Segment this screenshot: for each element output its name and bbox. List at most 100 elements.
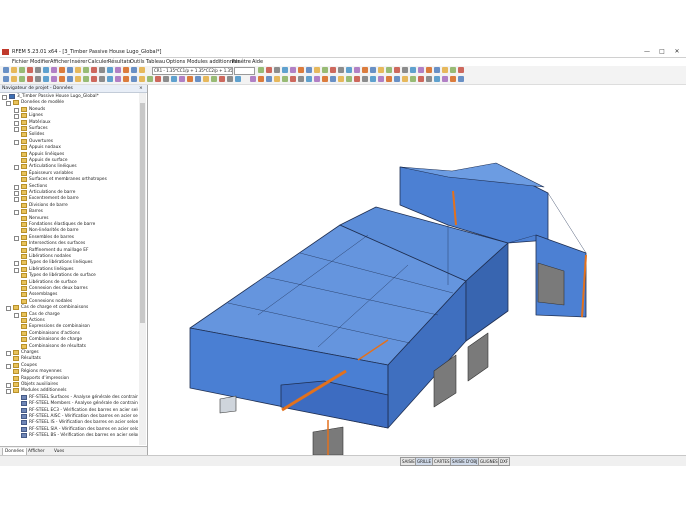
toolbar-tool-icon[interactable] — [43, 67, 49, 73]
toolbar-tool-icon[interactable] — [3, 76, 9, 82]
toolbar-tool-icon[interactable] — [434, 76, 440, 82]
toolbar-tool-icon[interactable] — [67, 76, 73, 82]
toolbar-tool-icon[interactable] — [354, 76, 360, 82]
toolbar-tool-icon[interactable] — [266, 76, 272, 82]
toolbar-tool-icon[interactable] — [27, 67, 33, 73]
toolbar-tool-icon[interactable] — [187, 76, 193, 82]
tab-afficher[interactable]: Afficher — [26, 448, 47, 455]
toolbar-tool-icon[interactable] — [402, 76, 408, 82]
toolbar-tool-icon[interactable] — [306, 76, 312, 82]
load-combination-select[interactable]: CR1 - 1.35*CC1/p + 1.35*CC2/p + 1.35* — [152, 67, 233, 75]
toolbar-tool-icon[interactable] — [115, 67, 121, 73]
toolbar-tool-icon[interactable] — [258, 76, 264, 82]
toolbar-tool-icon[interactable] — [179, 76, 185, 82]
toolbar-tool-icon[interactable] — [274, 76, 280, 82]
toolbar-tool-icon[interactable] — [171, 76, 177, 82]
toolbar-tool-icon[interactable] — [107, 76, 113, 82]
minimize-button[interactable]: — — [640, 48, 654, 56]
menu-options[interactable]: Options — [166, 59, 185, 65]
toolbar-tool-icon[interactable] — [314, 76, 320, 82]
toolbar-tool-icon[interactable] — [258, 67, 264, 73]
toolbar-tool-icon[interactable] — [91, 76, 97, 82]
toolbar-tool-icon[interactable] — [274, 67, 280, 73]
menu-afficher[interactable]: Afficher — [50, 59, 69, 65]
toolbar-tool-icon[interactable] — [235, 76, 241, 82]
toolbar-tool-icon[interactable] — [338, 76, 344, 82]
menu-aide[interactable]: Aide — [252, 59, 263, 65]
toolbar-tool-icon[interactable] — [107, 67, 113, 73]
toolbar-tool-icon[interactable] — [378, 76, 384, 82]
toolbar-tool-icon[interactable] — [155, 76, 161, 82]
toolbar-tool-icon[interactable] — [11, 76, 17, 82]
toolbar-tool-icon[interactable] — [282, 76, 288, 82]
toolbar-tool-icon[interactable] — [35, 76, 41, 82]
toolbar-tool-icon[interactable] — [99, 76, 105, 82]
toolbar-tool-icon[interactable] — [211, 76, 217, 82]
toolbar-tool-icon[interactable] — [27, 76, 33, 82]
toolbar-tool-icon[interactable] — [91, 67, 97, 73]
status-glignes-button[interactable]: GLIGNES — [478, 457, 500, 466]
toolbar-tool-icon[interactable] — [3, 67, 9, 73]
toolbar-tool-icon[interactable] — [338, 67, 344, 73]
toolbar-tool-icon[interactable] — [434, 67, 440, 73]
toolbar-tool-icon[interactable] — [306, 67, 312, 73]
toolbar-tool-icon[interactable] — [442, 67, 448, 73]
toolbar-tool-icon[interactable] — [266, 67, 272, 73]
toolbar-tool-icon[interactable] — [330, 67, 336, 73]
toolbar-tool-icon[interactable] — [67, 67, 73, 73]
toolbar-tool-icon[interactable] — [163, 76, 169, 82]
collapse-icon[interactable] — [6, 306, 11, 312]
toolbar-tool-icon[interactable] — [410, 67, 416, 73]
toolbar-tool-icon[interactable] — [19, 67, 25, 73]
toolbar-tool-icon[interactable] — [123, 67, 129, 73]
toolbar-tool-icon[interactable] — [458, 76, 464, 82]
navigator-close-button[interactable]: × — [139, 86, 143, 91]
toolbar-tool-icon[interactable] — [458, 67, 464, 73]
toolbar-tool-icon[interactable] — [426, 67, 432, 73]
menu-calculer[interactable]: Calculer — [88, 59, 108, 65]
toolbar-tool-icon[interactable] — [322, 76, 328, 82]
menu-fichier[interactable]: Fichier — [12, 59, 28, 65]
toolbar-tool-icon[interactable] — [99, 67, 105, 73]
toolbar-tool-icon[interactable] — [354, 67, 360, 73]
toolbar-tool-icon[interactable] — [386, 76, 392, 82]
toolbar-tool-icon[interactable] — [378, 67, 384, 73]
toolbar-tool-icon[interactable] — [298, 76, 304, 82]
toolbar-tool-icon[interactable] — [51, 76, 57, 82]
toolbar-tool-icon[interactable] — [370, 67, 376, 73]
toolbar-tool-icon[interactable] — [426, 76, 432, 82]
toolbar-tool-icon[interactable] — [83, 67, 89, 73]
toolbar-tool-icon[interactable] — [290, 76, 296, 82]
toolbar-tool-icon[interactable] — [322, 67, 328, 73]
toolbar-tool-icon[interactable] — [330, 76, 336, 82]
toolbar-tool-icon[interactable] — [346, 67, 352, 73]
menu-tableau[interactable]: Tableau — [146, 59, 165, 65]
toolbar-tool-icon[interactable] — [370, 76, 376, 82]
tree-item[interactable]: RF-STEEL BS - Vérification des barres en… — [14, 432, 138, 439]
toolbar-tool-icon[interactable] — [362, 76, 368, 82]
menu-fenetre[interactable]: Fenêtre — [232, 59, 251, 65]
menu-modifier[interactable]: Modifier — [30, 59, 50, 65]
toolbar-tool-icon[interactable] — [227, 76, 233, 82]
scrollbar-thumb[interactable] — [140, 103, 145, 323]
toolbar-tool-icon[interactable] — [298, 67, 304, 73]
toolbar-tool-icon[interactable] — [195, 76, 201, 82]
toolbar-tool-icon[interactable] — [83, 76, 89, 82]
menu-outils[interactable]: Outils — [130, 59, 144, 65]
toolbar-tool-icon[interactable] — [51, 67, 57, 73]
view-select[interactable] — [234, 67, 255, 75]
status-saisie-obj-button[interactable]: SAISIE D'OBJ — [450, 457, 480, 466]
toolbar-tool-icon[interactable] — [203, 76, 209, 82]
toolbar-tool-icon[interactable] — [59, 76, 65, 82]
status-cartes-button[interactable]: CARTES — [432, 457, 452, 466]
status-grille-button[interactable]: GRILLE — [415, 457, 434, 466]
toolbar-tool-icon[interactable] — [59, 67, 65, 73]
toolbar-tool-icon[interactable] — [418, 76, 424, 82]
toolbar-tool-icon[interactable] — [139, 67, 145, 73]
toolbar-tool-icon[interactable] — [75, 67, 81, 73]
toolbar-tool-icon[interactable] — [219, 76, 225, 82]
toolbar-tool-icon[interactable] — [314, 67, 320, 73]
toolbar-tool-icon[interactable] — [418, 67, 424, 73]
toolbar-tool-icon[interactable] — [442, 76, 448, 82]
toolbar-tool-icon[interactable] — [394, 76, 400, 82]
